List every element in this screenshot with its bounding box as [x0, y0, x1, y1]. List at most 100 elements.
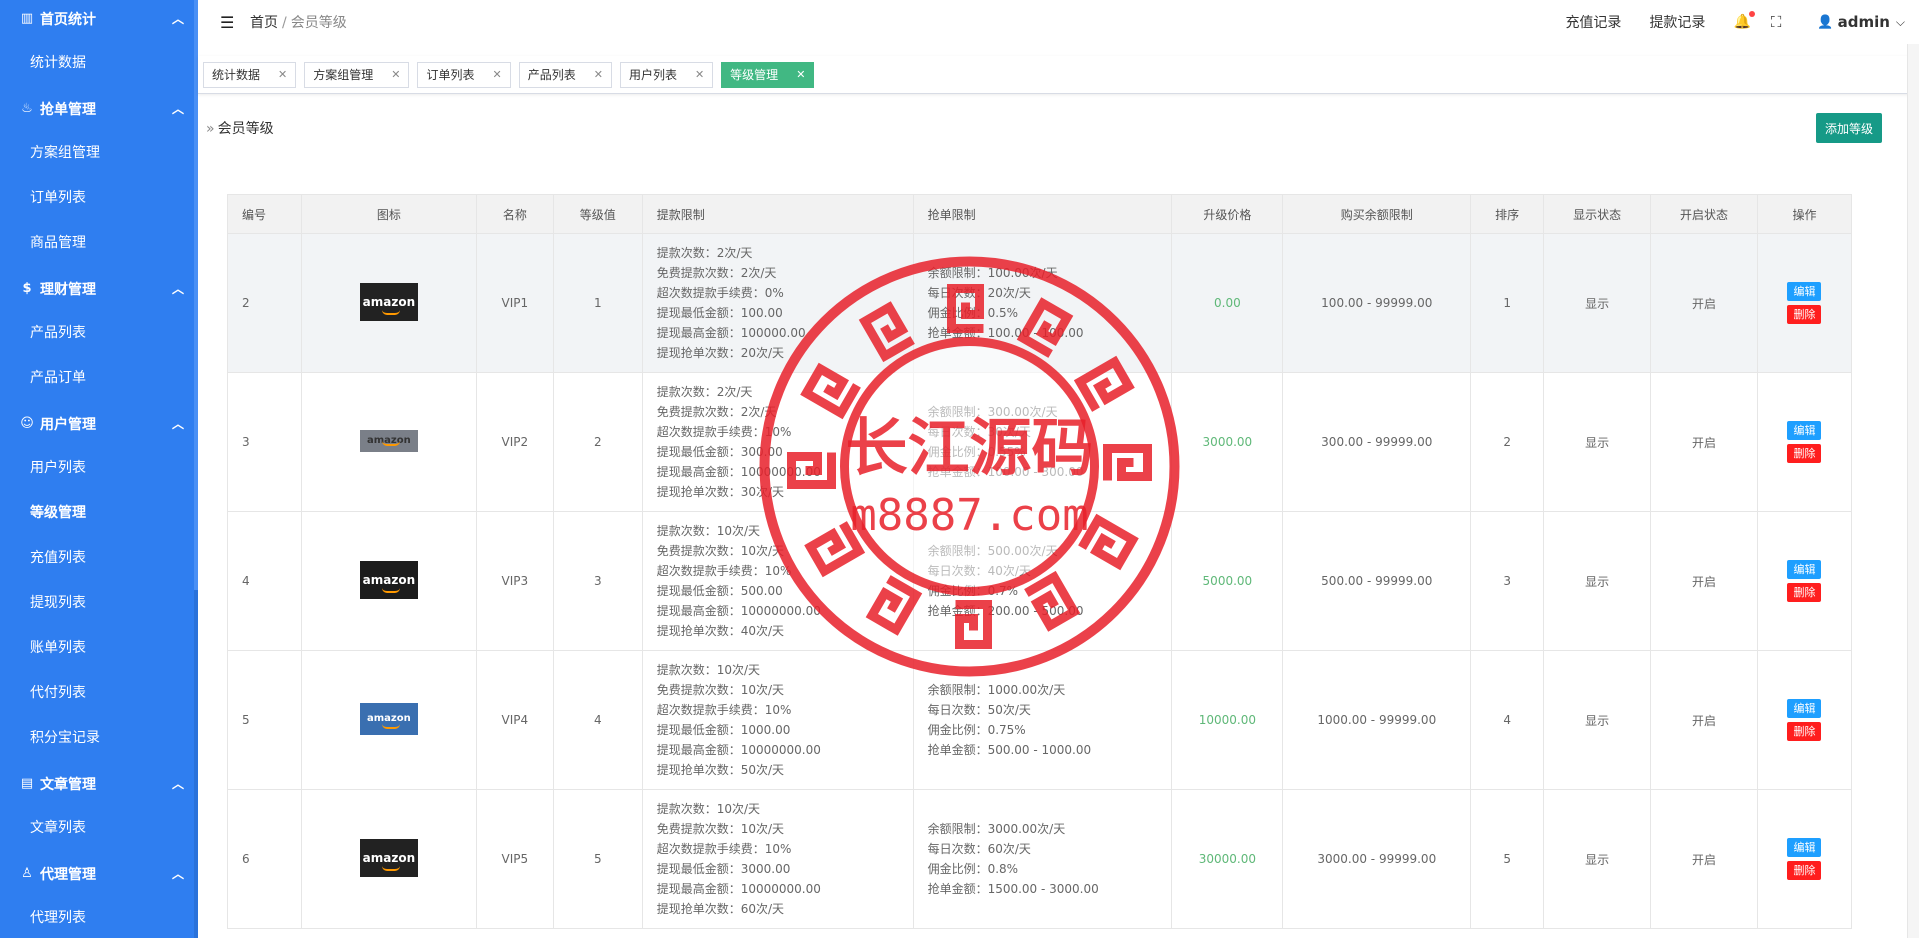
sidebar-item[interactable]: 商品管理: [0, 221, 198, 266]
withdraw-limit-line: 提现最低金额：300.00: [656, 445, 783, 459]
breadcrumb-home[interactable]: 首页: [250, 15, 278, 31]
withdraw-limit-line: 提款次数：10次/天: [656, 802, 761, 816]
grab-limit-line: 每日次数：30次/天: [927, 425, 1031, 439]
close-icon[interactable]: ✕: [695, 68, 704, 81]
edit-button[interactable]: 编辑: [1787, 560, 1822, 579]
grab-limit-cell: 余额限制：500.00次/天 每日次数：40次/天 佣金比例：0.7% 抢单金额：20…: [912, 511, 1173, 651]
sort-cell: 1: [1470, 233, 1545, 373]
withdraw-limit-line: 提现最高金额：10000000.00: [656, 882, 821, 896]
delete-button[interactable]: 删除: [1787, 861, 1822, 880]
withdraw-limit-cell: 提款次数：10次/天 免费提款次数：10次/天 超次数提款手续费：10% 提现最低金额…: [641, 511, 914, 651]
sidebar-item[interactable]: 充值列表: [0, 536, 198, 581]
sidebar-item[interactable]: 方案组管理: [0, 131, 198, 176]
delete-button[interactable]: 删除: [1787, 583, 1822, 602]
sidebar-item[interactable]: 等级管理: [0, 491, 198, 536]
grab-limit-cell: 余额限制：1000.00次/天 每日次数：50次/天 佣金比例：0.75% 抢单金额：…: [912, 650, 1173, 790]
edit-button[interactable]: 编辑: [1787, 699, 1822, 718]
delete-button[interactable]: 删除: [1787, 305, 1822, 324]
sidebar-group[interactable]: ♨ 抢单管理 ︿: [0, 86, 198, 131]
sidebar-item[interactable]: 代理列表: [0, 896, 198, 938]
grab-limit-line: 每日次数：60次/天: [927, 842, 1031, 856]
grab-limit-line: 余额限制：1000.00次/天: [927, 683, 1066, 697]
page-scrollbar[interactable]: [1907, 44, 1919, 938]
tab[interactable]: 统计数据 ✕: [203, 61, 297, 88]
close-icon[interactable]: ✕: [492, 68, 501, 81]
chart-icon: ▥: [20, 11, 34, 26]
sidebar-item[interactable]: 订单列表: [0, 176, 198, 221]
fullscreen-icon[interactable]: ⛶: [1771, 13, 1782, 31]
grab-limit-line: 抢单金额：500.00 - 1000.00: [927, 743, 1092, 757]
upgrade-price-cell: 5000.00: [1171, 511, 1284, 651]
withdraw-limit-line: 提款次数：10次/天: [656, 524, 761, 538]
close-icon[interactable]: ✕: [278, 68, 287, 81]
double-chevron-icon: »: [206, 121, 215, 137]
close-icon[interactable]: ✕: [796, 68, 805, 81]
sidebar-group[interactable]: ♙ 代理管理 ︿: [0, 851, 198, 896]
sidebar-scrollbar[interactable]: [194, 0, 198, 938]
bell-icon[interactable]: 🔔: [1733, 11, 1755, 30]
edit-button[interactable]: 编辑: [1787, 838, 1822, 857]
notification-dot: [1748, 11, 1755, 17]
table-row: 2 amazon VIP1 1 提款次数：2次/天 免费提款次数：2次/天 超次数提款手续费…: [227, 233, 1853, 373]
sidebar-item[interactable]: 账单列表: [0, 626, 198, 671]
open-status-cell: 开启: [1650, 511, 1758, 651]
sidebar-item[interactable]: 代付列表: [0, 671, 198, 716]
breadcrumb: 首页 / 会员等级: [250, 12, 347, 32]
amazon-logo-image: amazon: [359, 560, 418, 599]
sidebar-group[interactable]: ▥ 首页统计 ︿: [0, 0, 198, 41]
tab[interactable]: 产品列表 ✕: [518, 61, 612, 88]
row-actions: 编辑 删除: [1787, 699, 1822, 741]
section-header: » 会员等级 添加等级: [200, 108, 1902, 148]
chevron-up-icon: ︿: [171, 282, 184, 296]
column-header: 编号: [227, 194, 302, 234]
top-header: ☰ 首页 / 会员等级 充值记录 提款记录 🔔 ⛶ 👤 admin ⌵: [198, 0, 1919, 44]
sidebar-group[interactable]: $ 理财管理 ︿: [0, 266, 198, 311]
balance-limit-cell: 100.00 - 99999.00: [1282, 233, 1472, 373]
tab[interactable]: 订单列表 ✕: [417, 61, 511, 88]
sidebar-item[interactable]: 产品列表: [0, 311, 198, 356]
withdraw-limit-line: 提现抢单次数：30次/天: [656, 485, 785, 499]
sidebar-item[interactable]: 统计数据: [0, 41, 198, 86]
row-actions: 编辑 删除: [1787, 421, 1822, 463]
tab[interactable]: 等级管理 ✕: [721, 61, 815, 88]
sidebar-group[interactable]: ☺ 用户管理 ︿: [0, 401, 198, 446]
display-status-cell: 显示: [1543, 233, 1652, 373]
level-icon-cell: amazon: [300, 789, 477, 929]
level-icon-cell: amazon: [300, 511, 477, 651]
edit-button[interactable]: 编辑: [1787, 421, 1822, 440]
close-icon[interactable]: ✕: [594, 68, 603, 81]
withdraw-limit-line: 提现抢单次数：50次/天: [656, 763, 785, 777]
menu-toggle-icon[interactable]: ☰: [220, 13, 240, 32]
column-header: 显示状态: [1543, 194, 1652, 234]
withdraw-limit-line: 提现抢单次数：60次/天: [656, 902, 785, 916]
withdraw-limit-cell: 提款次数：2次/天 免费提款次数：2次/天 超次数提款手续费：10% 提现最低金额：3…: [641, 372, 914, 512]
sidebar-item[interactable]: 用户列表: [0, 446, 198, 491]
grab-limit-line: 余额限制：500.00次/天: [927, 544, 1058, 558]
tab[interactable]: 方案组管理 ✕: [304, 61, 410, 88]
user-menu[interactable]: 👤 admin ⌵: [1817, 13, 1905, 31]
level-name-cell: VIP5: [475, 789, 554, 929]
row-actions: 编辑 删除: [1787, 282, 1822, 324]
recharge-record-link[interactable]: 充值记录: [1565, 12, 1621, 32]
balance-limit-cell: 1000.00 - 99999.00: [1282, 650, 1472, 790]
actions-cell: 编辑 删除: [1756, 789, 1853, 929]
tab[interactable]: 用户列表 ✕: [619, 61, 714, 88]
withdraw-record-link[interactable]: 提款记录: [1649, 12, 1705, 32]
sidebar-group[interactable]: ▤ 文章管理 ︿: [0, 761, 198, 806]
sidebar-item[interactable]: 产品订单: [0, 356, 198, 401]
column-header: 排序: [1470, 194, 1545, 234]
withdraw-limit-line: 提现最高金额：100000.00: [656, 326, 806, 340]
delete-button[interactable]: 删除: [1787, 722, 1822, 741]
sidebar-item[interactable]: 积分宝记录: [0, 716, 198, 761]
delete-button[interactable]: 删除: [1787, 444, 1822, 463]
withdraw-limit-line: 免费提款次数：10次/天: [656, 544, 785, 558]
sidebar-item[interactable]: 提现列表: [0, 581, 198, 626]
edit-button[interactable]: 编辑: [1787, 282, 1822, 301]
sidebar-item[interactable]: 文章列表: [0, 806, 198, 851]
logo-text: amazon: [362, 850, 416, 865]
smile-arrow-icon: [381, 588, 400, 593]
close-icon[interactable]: ✕: [391, 68, 400, 81]
add-level-button[interactable]: 添加等级: [1815, 113, 1882, 143]
chevron-up-icon: ︿: [171, 102, 184, 116]
smile-arrow-icon: [381, 310, 400, 315]
